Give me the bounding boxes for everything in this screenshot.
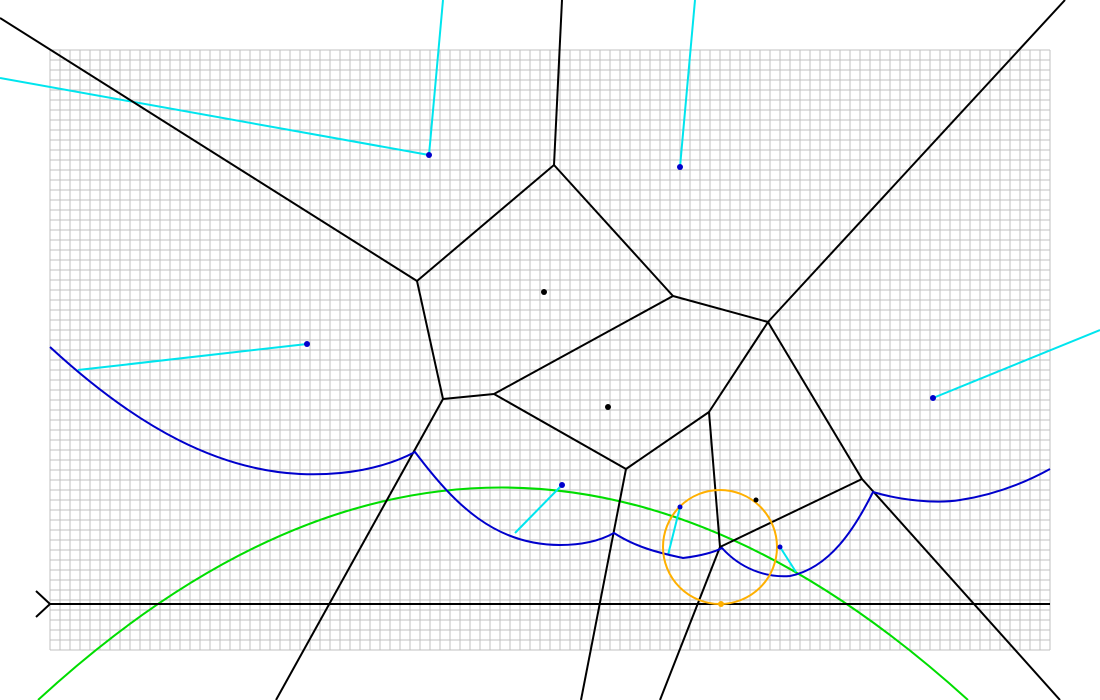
growing-edge: [514, 484, 563, 534]
sweep-line: [35, 590, 1050, 618]
site-point: [930, 395, 936, 401]
site-point-processed: [753, 497, 759, 503]
site-point: [304, 341, 310, 347]
voronoi-edge: [708, 321, 769, 413]
voronoi-edge: [416, 164, 555, 282]
voronoi-edge: [442, 393, 495, 400]
site-point: [559, 482, 565, 488]
diagram-canvas: [0, 0, 1100, 700]
site-point: [677, 164, 683, 170]
site-point-processed: [541, 289, 547, 295]
circle-event-bottom-point: [718, 601, 724, 607]
voronoi-edge: [580, 468, 627, 700]
growing-edge: [77, 343, 308, 371]
site-point-processed: [605, 404, 611, 410]
background-grid: [49, 49, 1051, 651]
site-point: [677, 504, 683, 510]
site-point: [777, 544, 783, 550]
site-point: [426, 152, 432, 158]
voronoi-diagram: [0, 0, 1100, 700]
voronoi-edge: [719, 478, 863, 548]
growing-edge: [679, 0, 696, 168]
growing-edge: [428, 0, 444, 156]
sweep-parabola: [37, 486, 969, 700]
voronoi-edge: [493, 295, 674, 395]
